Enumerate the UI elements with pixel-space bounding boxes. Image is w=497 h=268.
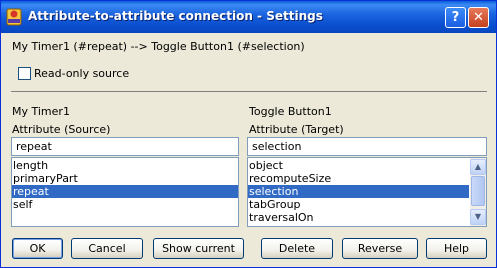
settings-dialog: Attribute-to-attribute connection - Sett… [0,0,497,268]
readonly-checkbox[interactable] [18,67,31,80]
window-title: Attribute-to-attribute connection - Sett… [28,9,323,23]
list-item[interactable]: recomputeSize [248,172,469,185]
vast-app-icon [6,8,22,26]
ok-button[interactable]: OK [12,238,63,259]
title-bar[interactable]: Attribute-to-attribute connection - Sett… [1,1,496,33]
list-item[interactable]: traversalOn [248,211,469,224]
list-item[interactable]: primaryPart [12,172,238,185]
question-icon: ? [451,10,460,25]
list-item[interactable]: object [248,159,469,172]
target-attribute-list[interactable]: object recomputeSize selection tabGroup trav… [247,157,487,227]
source-list-items: length primaryPart repeat self [12,159,238,211]
show-current-button[interactable]: Show current [153,238,244,259]
list-item[interactable]: repeat [12,185,238,198]
cancel-button[interactable]: Cancel [71,238,143,259]
source-attribute-label: Attribute (Source) [12,123,111,136]
target-attribute-field[interactable]: selection [247,137,487,156]
arrow-down-icon: ▼ [474,212,482,221]
reverse-button[interactable]: Reverse [342,238,418,259]
source-attribute-field[interactable]: repeat [11,137,239,156]
title-help-button[interactable]: ? [445,7,466,28]
target-object-name: Toggle Button1 [249,105,332,118]
title-close-button[interactable]: ✕ [468,7,489,28]
delete-button[interactable]: Delete [261,238,333,259]
connection-summary: My Timer1 (#repeat) --> Toggle Button1 (… [12,40,305,53]
target-list-items: object recomputeSize selection tabGroup trav… [248,159,469,224]
close-icon: ✕ [473,10,484,25]
separator [11,91,487,92]
scroll-thumb[interactable] [471,176,485,206]
scroll-up-button[interactable]: ▲ [470,159,486,175]
list-item[interactable]: selection [248,185,469,198]
scroll-down-button[interactable]: ▼ [470,209,486,225]
target-list-scrollbar[interactable]: ▲ ▼ [470,158,486,226]
source-object-name: My Timer1 [12,105,70,118]
list-item[interactable]: length [12,159,238,172]
target-attribute-label: Attribute (Target) [249,123,344,136]
list-item[interactable]: self [12,198,238,211]
arrow-up-icon: ▲ [474,162,482,171]
help-button[interactable]: Help [426,238,487,259]
readonly-label[interactable]: Read-only source [34,67,129,80]
source-attribute-list[interactable]: length primaryPart repeat self [11,157,239,227]
list-item[interactable]: tabGroup [248,198,469,211]
